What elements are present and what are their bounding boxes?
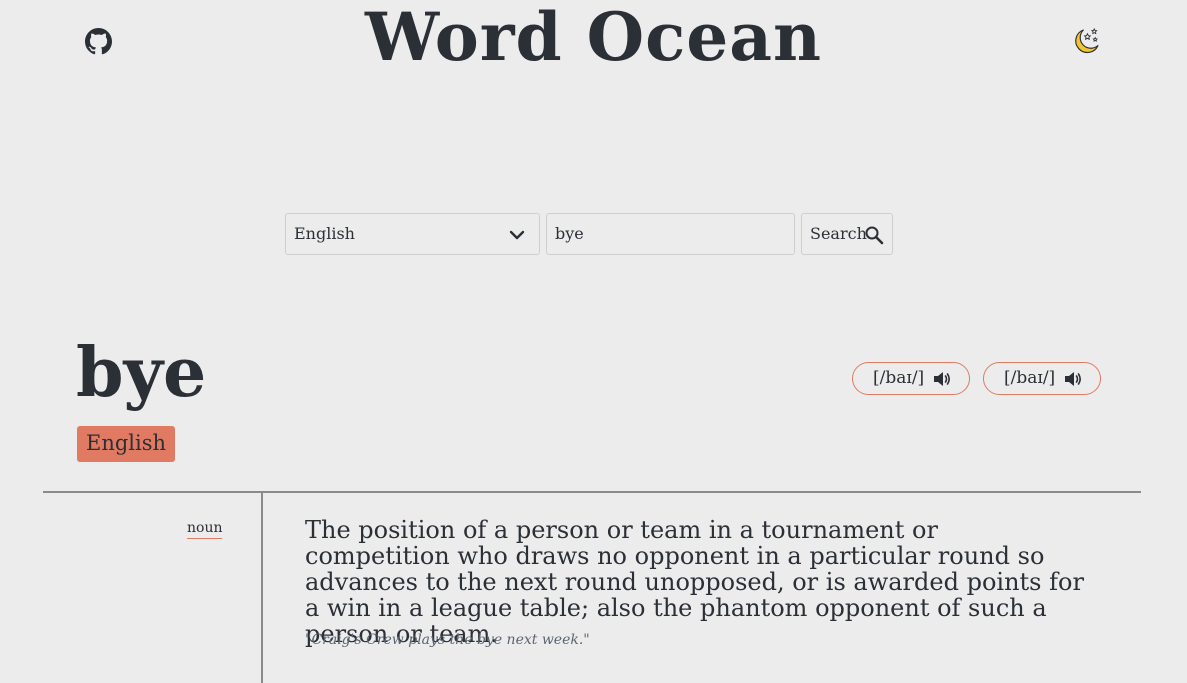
search-icon: [865, 226, 884, 245]
speaker-icon: [934, 372, 950, 386]
language-select-value: English: [294, 224, 355, 243]
definition-text: The position of a person or team in a to…: [305, 516, 1084, 648]
site-title: Word Ocean: [364, 0, 823, 76]
headword: bye: [76, 333, 207, 413]
pronunciation-text: [/baɪ/]: [1004, 368, 1056, 388]
part-of-speech: noun: [187, 520, 223, 539]
pronunciation-button-1[interactable]: [/baɪ/]: [852, 362, 970, 395]
moon-stars-icon: [1075, 27, 1099, 54]
section-divider: [43, 491, 1141, 493]
pronunciation-text: [/baɪ/]: [873, 368, 925, 388]
column-divider: [261, 493, 263, 683]
pronunciation-button-2[interactable]: [/baɪ/]: [983, 362, 1101, 395]
language-badge: English: [77, 426, 176, 462]
example-sentence: "Craig's Crew plays the bye next week.": [305, 632, 590, 648]
chevron-down-icon: [509, 230, 525, 240]
speaker-icon: [1065, 372, 1081, 386]
theme-toggle[interactable]: [1070, 26, 1101, 57]
search-button[interactable]: Search: [801, 213, 893, 255]
search-button-label: Search: [810, 224, 867, 243]
search-input[interactable]: bye: [546, 213, 795, 255]
language-select[interactable]: English: [285, 213, 540, 255]
search-input-value: bye: [555, 224, 584, 243]
